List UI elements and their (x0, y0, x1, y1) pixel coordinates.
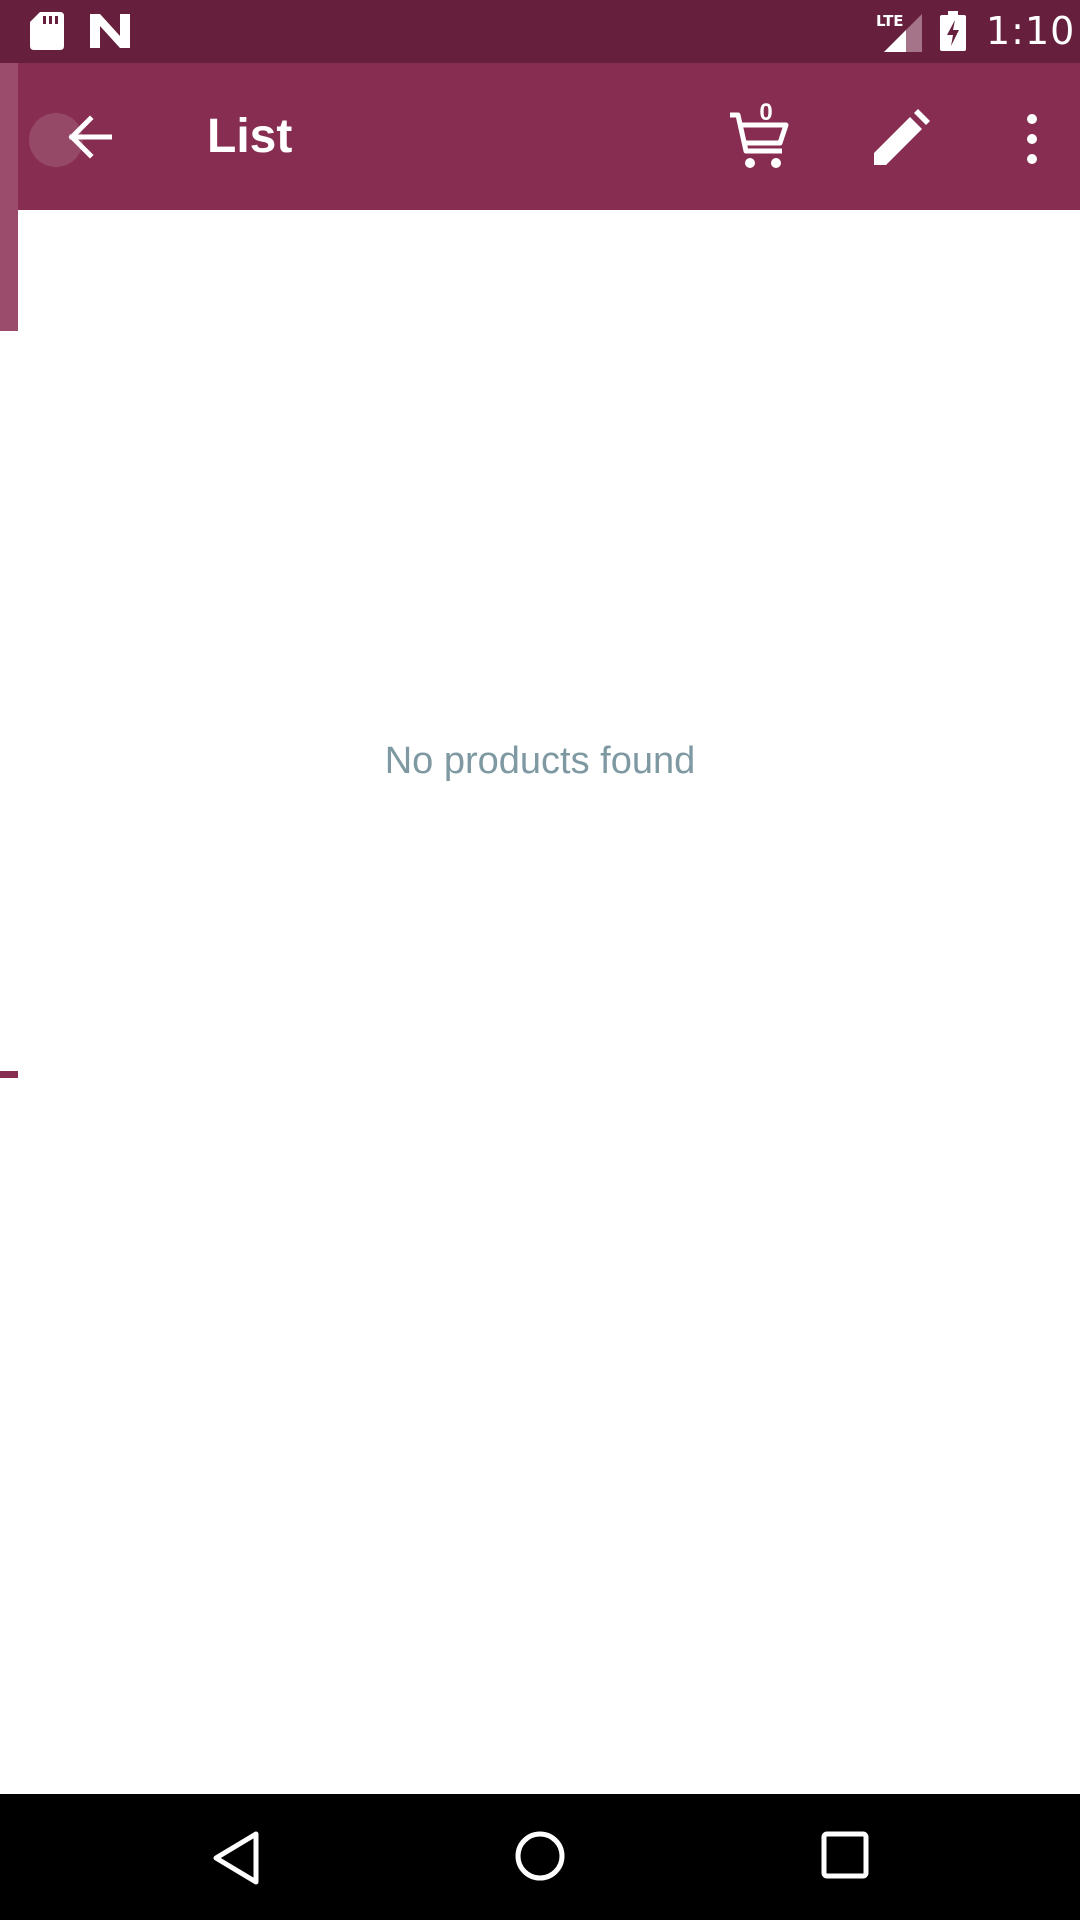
page-title: List (207, 110, 293, 163)
product-list (18, 210, 1080, 1794)
nav-recent-button[interactable] (818, 1826, 878, 1886)
drawer-edge-marker (0, 1071, 18, 1078)
sd-card-icon (30, 12, 64, 55)
battery-charging-icon (940, 11, 966, 56)
edit-button[interactable] (870, 109, 930, 169)
back-arrow-icon (68, 115, 112, 159)
nav-recent-icon (821, 1831, 869, 1879)
more-vertical-icon (1027, 114, 1037, 164)
edit-pencil-icon (874, 109, 930, 165)
nav-back-button[interactable] (208, 1828, 264, 1888)
status-bar-clock: 1:10 (986, 9, 1076, 53)
lte-signal-icon: LTE (876, 12, 922, 57)
more-options-button[interactable] (1010, 109, 1054, 169)
status-bar: LTE 1:10 (0, 0, 1080, 63)
navigation-bar (0, 1794, 1080, 1920)
cart-count-badge: 0 (759, 99, 773, 126)
nav-home-button[interactable] (510, 1826, 570, 1886)
cart-button[interactable]: 0 (728, 99, 798, 173)
back-button[interactable] (26, 106, 112, 168)
app-bar: List 0 (0, 63, 1080, 210)
nav-home-icon (515, 1831, 565, 1881)
empty-state-message: No products found (384, 740, 696, 782)
drawer-edge-strip (0, 63, 18, 331)
nav-back-icon (213, 1831, 259, 1885)
n-notification-icon (90, 14, 130, 53)
lte-label: LTE (876, 12, 904, 30)
